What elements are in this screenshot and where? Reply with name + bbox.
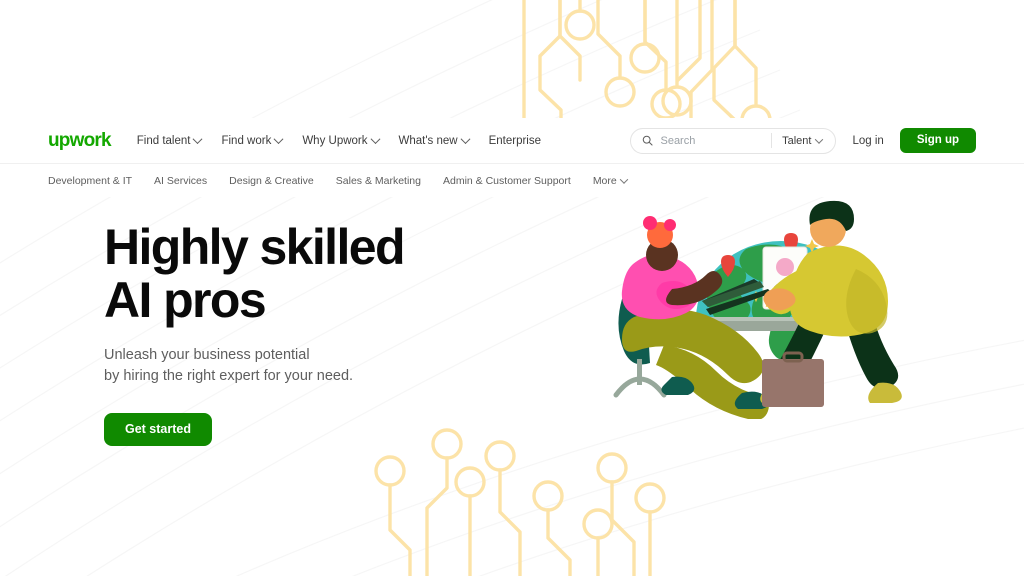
chevron-down-icon <box>193 134 203 145</box>
hero-section: Highly skilled AI pros Unleash your busi… <box>0 197 1024 457</box>
subnav-label: Design & Creative <box>229 174 314 187</box>
subnav-label: Development & IT <box>48 174 133 187</box>
nav-item-find-talent[interactable]: Find talent <box>136 134 203 147</box>
nav-label: What's new <box>398 134 458 147</box>
nav-item-whats-new[interactable]: What's new <box>398 134 471 147</box>
nav-label: Enterprise <box>488 134 542 147</box>
login-link[interactable]: Log in <box>852 135 883 147</box>
subnav-label: More <box>592 174 617 187</box>
hero-subtitle: Unleash your business potential by hirin… <box>104 347 354 385</box>
nav-item-find-work[interactable]: Find work <box>221 134 284 147</box>
nav-label: Find work <box>221 134 272 147</box>
search-icon <box>643 135 654 146</box>
primary-navigation: Find talent Find work Why Upwork What's … <box>136 134 541 147</box>
subnav-item-ai-services[interactable]: AI Services <box>154 175 207 187</box>
nav-label: Find talent <box>136 134 191 147</box>
page-title: Highly skilled AI pros <box>104 219 406 328</box>
chevron-down-icon <box>370 134 380 145</box>
site-header: upwork Find talent Find work Why Upwork … <box>0 118 1024 163</box>
subnav-label: Sales & Marketing <box>335 174 421 187</box>
upwork-logo[interactable]: upwork <box>48 131 112 150</box>
chevron-down-icon <box>619 174 628 184</box>
signup-button[interactable]: Sign up <box>899 127 976 154</box>
subnav-item-more[interactable]: More <box>592 174 628 187</box>
get-started-button[interactable]: Get started <box>104 413 212 446</box>
search-scope-dropdown[interactable]: Talent <box>782 135 831 147</box>
search-scope-label: Talent <box>782 134 812 147</box>
subnav-item-design-creative[interactable]: Design & Creative <box>229 175 314 187</box>
hero-illustration <box>613 200 902 419</box>
chevron-down-icon <box>815 134 824 144</box>
chevron-down-icon <box>460 134 471 145</box>
nav-label: Why Upwork <box>302 134 368 147</box>
header-actions: Talent Log in Sign up <box>630 127 976 154</box>
nav-item-why-upwork[interactable]: Why Upwork <box>302 134 380 147</box>
subnav-item-admin-customer-support[interactable]: Admin & Customer Support <box>443 175 571 187</box>
subnav-item-sales-marketing[interactable]: Sales & Marketing <box>336 175 421 187</box>
subnav-label: AI Services <box>154 174 208 187</box>
search-input[interactable] <box>660 134 768 147</box>
search-bar[interactable]: Talent <box>630 127 837 154</box>
subnav-item-development-it[interactable]: Development & IT <box>48 175 132 187</box>
briefcase-graphic <box>762 351 824 407</box>
nav-item-enterprise[interactable]: Enterprise <box>489 135 541 147</box>
upwork-ai-pros-landing-page: upwork Find talent Find work Why Upwork … <box>0 0 1024 576</box>
category-navigation: Development & IT AI Services Design & Cr… <box>0 163 1024 197</box>
subnav-label: Admin & Customer Support <box>443 174 571 187</box>
hero-copy: Highly skilled AI pros Unleash your busi… <box>104 221 534 446</box>
search-divider <box>771 133 773 148</box>
chevron-down-icon <box>273 134 284 145</box>
